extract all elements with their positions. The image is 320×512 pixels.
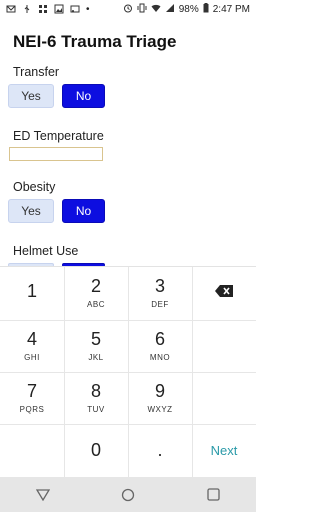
key-7[interactable]: 7 PQRS <box>0 372 64 424</box>
wifi-icon <box>151 3 161 16</box>
numeric-keypad: 1 2 ABC 3 DEF 4 GHI 5 JKL 6 MNO 7 PQRS 8 <box>0 266 256 478</box>
home-button[interactable] <box>118 485 138 505</box>
key-6[interactable]: 6 MNO <box>128 320 192 372</box>
key-4[interactable]: 4 GHI <box>0 320 64 372</box>
key-3-digit: 3 <box>154 276 165 296</box>
obesity-label: Obesity <box>13 180 56 194</box>
key-4-digit: 4 <box>26 329 37 349</box>
page-title: NEI-6 Trauma Triage <box>13 32 177 51</box>
key-decimal[interactable]: . <box>128 424 192 476</box>
battery-percent: 98% <box>178 3 199 15</box>
home-circle-icon <box>121 488 135 501</box>
notification-message-icon <box>6 4 16 14</box>
back-triangle-icon <box>35 488 50 501</box>
key-2-letters: ABC <box>87 300 105 309</box>
recents-button[interactable] <box>203 485 223 505</box>
next-key[interactable]: Next <box>192 424 256 476</box>
key-7-digit: 7 <box>26 381 37 401</box>
key-8[interactable]: 8 TUV <box>64 372 128 424</box>
battery-icon <box>203 2 209 16</box>
transfer-no-button[interactable]: No <box>62 84 105 108</box>
more-dots-icon: • <box>86 3 90 15</box>
key-9-letters: WXYZ <box>147 405 173 414</box>
backspace-key[interactable] <box>192 267 256 319</box>
key-5-letters: JKL <box>88 353 104 362</box>
notification-cast-icon <box>70 4 80 14</box>
navigation-bar <box>0 477 256 512</box>
key-8-letters: TUV <box>87 405 105 414</box>
key-9-digit: 9 <box>154 381 165 401</box>
next-key-label: Next <box>210 442 238 458</box>
notification-grid-icon <box>38 4 48 14</box>
status-bar: • 98% 2:47 PM <box>0 0 256 18</box>
key-8-digit: 8 <box>90 381 101 401</box>
clock-time: 2:47 PM <box>212 3 250 15</box>
obesity-no-button[interactable]: No <box>62 199 105 223</box>
key-0[interactable]: 0 <box>64 424 128 476</box>
vibrate-icon <box>137 3 147 16</box>
transfer-label: Transfer <box>13 65 60 79</box>
back-button[interactable] <box>33 485 53 505</box>
key-6-digit: 6 <box>154 329 165 349</box>
key-2-digit: 2 <box>90 276 101 296</box>
ed-temperature-label: ED Temperature <box>13 129 104 143</box>
key-3[interactable]: 3 DEF <box>128 267 192 319</box>
alarm-icon <box>123 3 133 16</box>
key-5-digit: 5 <box>90 329 101 349</box>
key-0-digit: 0 <box>90 440 101 460</box>
recents-square-icon <box>207 488 220 501</box>
key-3-letters: DEF <box>151 300 169 309</box>
notification-usb-icon <box>22 4 32 14</box>
key-decimal-symbol: . <box>157 440 163 460</box>
key-9[interactable]: 9 WXYZ <box>128 372 192 424</box>
signal-icon <box>165 3 175 16</box>
key-1-digit: 1 <box>26 280 37 301</box>
backspace-icon <box>214 284 234 303</box>
key-2[interactable]: 2 ABC <box>64 267 128 319</box>
helmet-use-label: Helmet Use <box>13 244 79 258</box>
transfer-yes-button[interactable]: Yes <box>8 84 54 108</box>
obesity-yes-button[interactable]: Yes <box>8 199 54 223</box>
key-6-letters: MNO <box>149 353 171 362</box>
key-7-letters: PQRS <box>19 405 45 414</box>
key-5[interactable]: 5 JKL <box>64 320 128 372</box>
ed-temperature-input[interactable] <box>9 147 103 161</box>
key-4-letters: GHI <box>24 353 40 362</box>
notification-image-icon <box>54 4 64 14</box>
key-1[interactable]: 1 <box>0 267 64 319</box>
